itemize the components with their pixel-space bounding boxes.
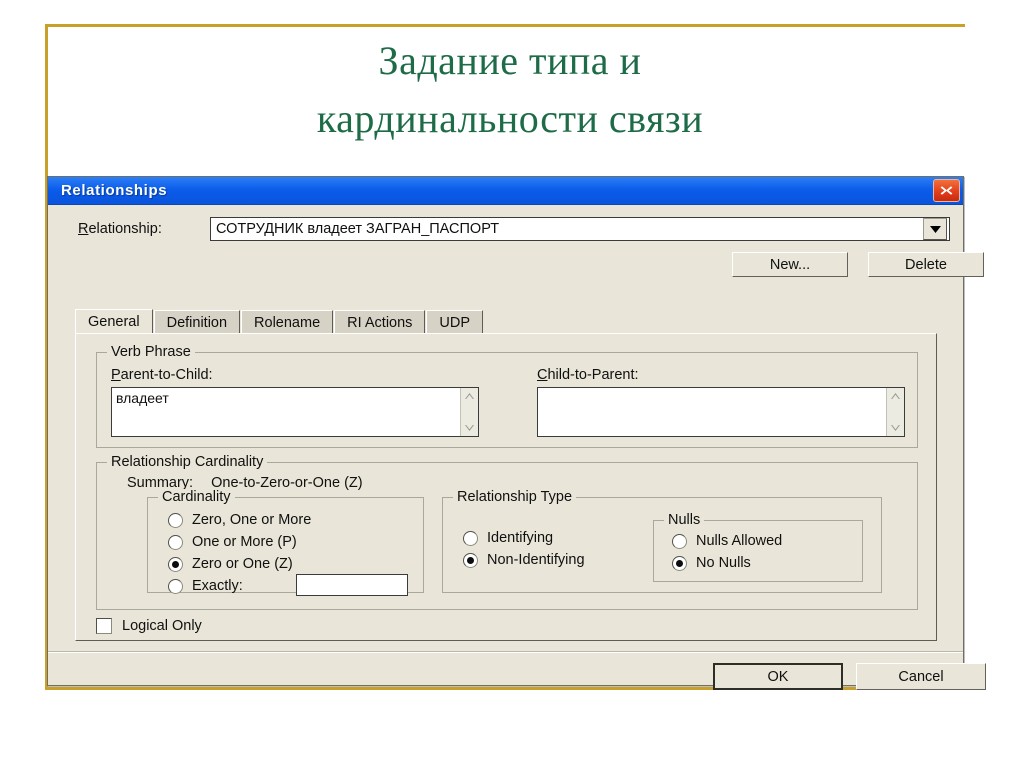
delete-button[interactable]: Delete (868, 252, 984, 277)
radio-label: No Nulls (696, 555, 751, 571)
tabstrip: General Definition Rolename RI Actions U… (75, 309, 937, 334)
radio-indicator (463, 552, 478, 568)
relationships-dialog: Relationships Relationship: СОТРУДНИК вл… (47, 176, 986, 690)
tab-ri-actions[interactable]: RI Actions (334, 310, 426, 334)
page-title-line-2: кардинальности связи (316, 96, 704, 141)
parent-to-child-textarea[interactable]: владеет (111, 387, 479, 437)
child-to-parent-label: Child-to-Parent: (537, 367, 639, 383)
radio-indicator (168, 578, 183, 594)
cancel-button[interactable]: Cancel (856, 663, 986, 690)
cardinality-group: Cardinality Zero, One or More One or Mor… (147, 489, 424, 596)
dialog-body: Relationship: СОТРУДНИК владеет ЗАГРАН_П… (48, 205, 986, 690)
radio-label: Zero or One (Z) (192, 556, 293, 572)
relationship-combobox-value: СОТРУДНИК владеет ЗАГРАН_ПАСПОРТ (216, 221, 500, 237)
radio-indicator (672, 555, 687, 571)
slide: Задание типа и кардинальности связи Rela… (0, 0, 1024, 768)
radio-label: Non-Identifying (487, 552, 585, 568)
relationship-type-group: Relationship Type Identifying Non-Identi… (442, 489, 882, 593)
page-title: Задание типа и кардинальности связи (60, 32, 960, 148)
radio-label: One or More (P) (192, 534, 297, 550)
radio-nulls-allowed[interactable]: Nulls Allowed (672, 533, 782, 549)
slide-frame-top (45, 24, 965, 27)
chevron-up-icon[interactable] (461, 388, 478, 404)
chevron-down-icon[interactable] (923, 218, 947, 240)
radio-no-nulls[interactable]: No Nulls (672, 555, 751, 571)
tab-udp[interactable]: UDP (426, 310, 484, 334)
radio-exactly[interactable]: Exactly: (168, 578, 243, 594)
exactly-input[interactable] (296, 574, 408, 596)
radio-indicator (463, 530, 478, 546)
ok-button[interactable]: OK (713, 663, 843, 690)
relationship-cardinality-group: Relationship Cardinality Summary: One-to… (96, 454, 918, 610)
radio-indicator (168, 534, 183, 550)
radio-label: Exactly: (192, 578, 243, 594)
tab-definition[interactable]: Definition (153, 310, 241, 334)
radio-label: Zero, One or More (192, 512, 312, 528)
tab-panel-general: Verb Phrase Parent-to-Child: владеет Chi… (75, 333, 937, 641)
checkbox-indicator (96, 618, 112, 634)
chevron-down-icon[interactable] (887, 420, 904, 436)
nulls-group: Nulls Nulls Allowed No Nulls (653, 512, 863, 582)
chevron-down-icon[interactable] (461, 420, 478, 436)
radio-label: Identifying (487, 530, 554, 546)
relationship-combobox[interactable]: СОТРУДНИК владеет ЗАГРАН_ПАСПОРТ (210, 217, 950, 241)
new-button[interactable]: New... (732, 252, 848, 277)
relationship-cardinality-group-title: Relationship Cardinality (107, 454, 268, 470)
dialog-title: Relationships (61, 182, 168, 199)
chevron-up-icon[interactable] (887, 388, 904, 404)
footer-divider (48, 651, 963, 653)
nulls-group-title: Nulls (664, 512, 705, 528)
logical-only-label: Logical Only (122, 618, 202, 634)
tab-rolename[interactable]: Rolename (241, 310, 334, 334)
relationship-row: Relationship: СОТРУДНИК владеет ЗАГРАН_П… (48, 217, 963, 243)
relationship-label: Relationship: (78, 221, 162, 237)
radio-indicator (168, 556, 183, 572)
parent-to-child-scrollbar[interactable] (460, 388, 478, 436)
parent-to-child-label: Parent-to-Child: (111, 367, 213, 383)
close-icon[interactable] (933, 179, 960, 202)
radio-non-identifying[interactable]: Non-Identifying (463, 552, 585, 568)
verb-phrase-group-title: Verb Phrase (107, 344, 195, 360)
child-to-parent-value (538, 388, 886, 436)
cardinality-group-title: Cardinality (158, 489, 235, 505)
relationship-type-group-title: Relationship Type (453, 489, 577, 505)
child-to-parent-textarea[interactable] (537, 387, 905, 437)
dialog-titlebar[interactable]: Relationships (48, 177, 963, 205)
radio-zero-one-or-more[interactable]: Zero, One or More (168, 512, 311, 528)
radio-indicator (168, 512, 183, 528)
radio-indicator (672, 533, 687, 549)
radio-identifying[interactable]: Identifying (463, 530, 553, 546)
radio-zero-or-one[interactable]: Zero or One (Z) (168, 556, 293, 572)
logical-only-checkbox[interactable]: Logical Only (96, 618, 202, 634)
radio-one-or-more[interactable]: One or More (P) (168, 534, 297, 550)
tab-general[interactable]: General (75, 309, 153, 334)
verb-phrase-group: Verb Phrase Parent-to-Child: владеет Chi… (96, 344, 918, 448)
parent-to-child-value: владеет (116, 390, 169, 406)
radio-label: Nulls Allowed (696, 533, 783, 549)
page-title-line-1: Задание типа и (378, 38, 642, 83)
child-to-parent-scrollbar[interactable] (886, 388, 904, 436)
